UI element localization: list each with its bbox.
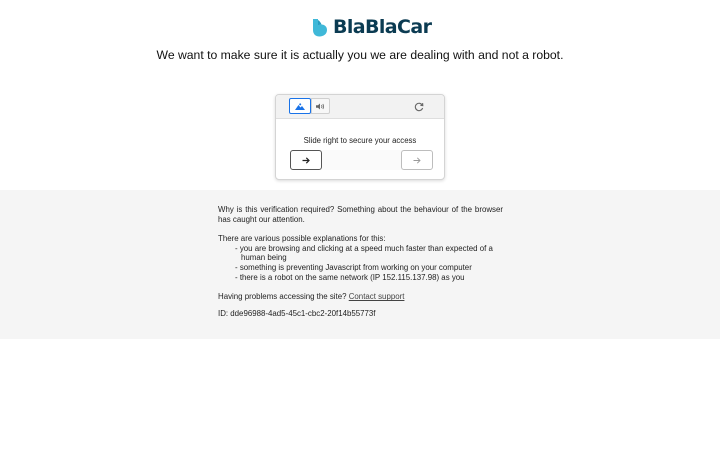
blablacar-logo: BlaBlaCar bbox=[310, 14, 432, 40]
slider-handle[interactable] bbox=[290, 150, 322, 170]
speaker-icon bbox=[316, 103, 324, 109]
info-section: Why is this verification required? Somet… bbox=[0, 190, 720, 339]
explanations-intro: There are various possible explanations … bbox=[218, 234, 386, 244]
slider-target bbox=[401, 150, 433, 170]
arrow-right-icon bbox=[302, 156, 310, 164]
arrow-right-icon bbox=[413, 156, 421, 164]
slider-instruction: Slide right to secure your access bbox=[303, 136, 417, 145]
header-area: BlaBlaCar We want to make sure it is act… bbox=[0, 0, 720, 190]
info-text-block: Why is this verification required? Somet… bbox=[218, 205, 503, 318]
verification-reason: Why is this verification required? Somet… bbox=[218, 205, 503, 224]
refresh-icon bbox=[414, 102, 424, 112]
help-line: Having problems accessing the site? Cont… bbox=[218, 292, 503, 302]
list-item: - there is a robot on the same network (… bbox=[235, 272, 465, 282]
refresh-button[interactable] bbox=[412, 100, 426, 114]
blablacar-mark-icon bbox=[313, 18, 327, 36]
help-text: Having problems accessing the site? bbox=[218, 292, 347, 302]
image-challenge-tab[interactable] bbox=[289, 98, 311, 114]
list-item: - something is preventing Javascript fro… bbox=[235, 262, 472, 272]
page-headline: We want to make sure it is actually you … bbox=[156, 48, 564, 62]
request-id: ID: dde96988-4ad5-45c1-cbc2-20f14b55773f bbox=[218, 308, 376, 318]
contact-support-link[interactable]: Contact support bbox=[349, 292, 405, 301]
audio-challenge-tab[interactable] bbox=[311, 98, 330, 114]
brand-name: BlaBlaCar bbox=[333, 16, 432, 38]
captcha-header bbox=[276, 95, 444, 119]
captcha-widget: Slide right to secure your access bbox=[275, 94, 445, 180]
mountain-icon bbox=[295, 102, 305, 110]
explanations-list: - you are browsing and clicking at a spe… bbox=[235, 244, 503, 282]
list-item: - you are browsing and clicking at a spe… bbox=[235, 243, 493, 263]
